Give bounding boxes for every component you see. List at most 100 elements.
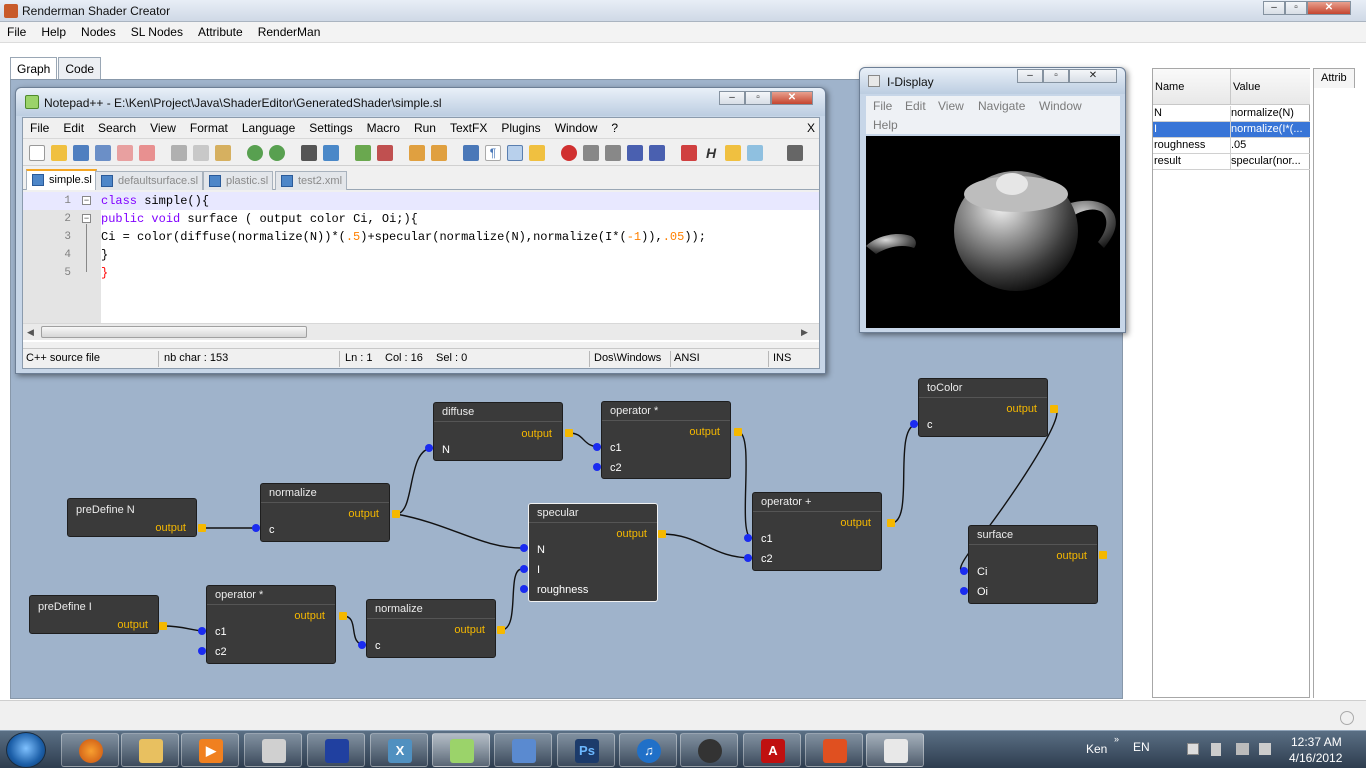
paste-icon[interactable]: [215, 145, 231, 161]
maximize-button[interactable]: ▫: [1285, 1, 1307, 15]
taskbar-save-app[interactable]: [307, 733, 365, 767]
taskbar-virtualbox[interactable]: [494, 733, 552, 767]
node-predefine-i[interactable]: preDefine I output: [29, 595, 159, 634]
port-input[interactable]: [252, 524, 260, 532]
idisplay-menu-edit[interactable]: Edit: [905, 99, 926, 113]
port-input[interactable]: [960, 567, 968, 575]
npp-menu-run[interactable]: Run: [407, 118, 443, 138]
taskbar-app-x[interactable]: X: [370, 733, 428, 767]
idisplay-menu-help[interactable]: Help: [873, 118, 898, 132]
record-macro-icon[interactable]: [561, 145, 577, 161]
html-icon[interactable]: H: [703, 145, 719, 161]
node-specular[interactable]: specular output N I roughness: [528, 503, 658, 602]
idisplay-menu-navigate[interactable]: Navigate: [978, 99, 1025, 113]
spellcheck-icon[interactable]: [747, 145, 763, 161]
attribute-row[interactable]: result specular(nor...: [1153, 154, 1310, 170]
npp-tab-simple[interactable]: simple.sl: [26, 169, 97, 190]
zoom-out-icon[interactable]: [377, 145, 393, 161]
npp-menu-file[interactable]: File: [23, 118, 56, 138]
tab-attrib[interactable]: Attrib: [1313, 68, 1355, 88]
save-macro-icon[interactable]: [649, 145, 665, 161]
port-input[interactable]: [960, 587, 968, 595]
menu-sl-nodes[interactable]: SL Nodes: [124, 22, 191, 42]
npp-tab-defaultsurface[interactable]: defaultsurface.sl: [95, 171, 204, 190]
port-output[interactable]: [734, 428, 742, 436]
minimize-button[interactable]: –: [1263, 1, 1285, 15]
npp-tab-test2[interactable]: test2.xml: [275, 171, 348, 190]
copy-icon[interactable]: [193, 145, 209, 161]
npp-menu-view[interactable]: View: [143, 118, 183, 138]
node-operator-add[interactable]: operator + output c1 c2: [752, 492, 882, 571]
maximize-button[interactable]: ▫: [1043, 69, 1069, 83]
indent-guide-icon[interactable]: [507, 145, 523, 161]
close-button[interactable]: ✕: [1307, 1, 1351, 15]
render-viewport[interactable]: [866, 136, 1120, 328]
node-tocolor[interactable]: toColor output c: [918, 378, 1048, 437]
taskbar-app[interactable]: [244, 733, 302, 767]
all-chars-icon[interactable]: ¶: [485, 145, 501, 161]
fold-toggle-icon[interactable]: −: [82, 214, 91, 223]
port-input[interactable]: [425, 444, 433, 452]
npp-menu-macro[interactable]: Macro: [360, 118, 407, 138]
menu-nodes[interactable]: Nodes: [74, 22, 124, 42]
close-button[interactable]: ✕: [1069, 69, 1117, 83]
port-output[interactable]: [658, 530, 666, 538]
npp-menu-settings[interactable]: Settings: [302, 118, 359, 138]
tray-user[interactable]: Ken: [1086, 742, 1107, 756]
taskbar-steam[interactable]: [680, 733, 738, 767]
port-output[interactable]: [159, 622, 167, 630]
node-diffuse[interactable]: diffuse output N: [433, 402, 563, 461]
horizontal-scrollbar[interactable]: ◀ ▶: [23, 323, 819, 340]
network-icon[interactable]: [1236, 743, 1249, 755]
port-output[interactable]: [392, 510, 400, 518]
run-macro-multiple-icon[interactable]: [627, 145, 643, 161]
taskbar-firefox[interactable]: [61, 733, 119, 767]
new-file-icon[interactable]: [29, 145, 45, 161]
menu-renderman[interactable]: RenderMan: [251, 22, 329, 42]
port-output[interactable]: [198, 524, 206, 532]
column-header-name[interactable]: Name: [1153, 69, 1231, 105]
menu-file[interactable]: File: [0, 22, 34, 42]
tray-expand-icon[interactable]: »: [1114, 734, 1119, 744]
sync-h-icon[interactable]: [431, 145, 447, 161]
node-operator-multiply-2[interactable]: operator * output c1 c2: [206, 585, 336, 664]
node-predefine-n[interactable]: preDefine N output: [67, 498, 197, 537]
start-button[interactable]: [6, 732, 46, 768]
tray-time[interactable]: 12:37 AM: [1291, 735, 1342, 749]
column-header-value[interactable]: Value: [1231, 69, 1310, 105]
node-normalize-2[interactable]: normalize output c: [366, 599, 496, 658]
attribute-row[interactable]: roughness .05: [1153, 138, 1310, 154]
port-input[interactable]: [910, 420, 918, 428]
notepadpp-titlebar[interactable]: Notepad++ - E:\Ken\Project\Java\ShaderEd…: [16, 88, 825, 116]
npp-menu-plugins[interactable]: Plugins: [494, 118, 547, 138]
port-input[interactable]: [744, 534, 752, 542]
pen-icon[interactable]: [681, 145, 697, 161]
idisplay-menu-file[interactable]: File: [873, 99, 892, 113]
menu-help[interactable]: Help: [34, 22, 74, 42]
port-input[interactable]: [520, 544, 528, 552]
redo-icon[interactable]: [269, 145, 285, 161]
close-all-icon[interactable]: [139, 145, 155, 161]
scroll-right-icon[interactable]: ▶: [801, 327, 808, 338]
minimize-button[interactable]: –: [719, 91, 745, 105]
taskbar-itunes[interactable]: ♫: [619, 733, 677, 767]
port-input[interactable]: [744, 554, 752, 562]
scroll-left-icon[interactable]: ◀: [27, 327, 34, 338]
save-all-icon[interactable]: [95, 145, 111, 161]
node-surface[interactable]: surface output Ci Oi: [968, 525, 1098, 604]
taskbar-idisplay[interactable]: [866, 733, 924, 767]
port-output[interactable]: [1099, 551, 1107, 559]
npp-menu-window[interactable]: Window: [548, 118, 605, 138]
close-button[interactable]: ✕: [771, 91, 813, 105]
taskbar-acrobat[interactable]: A: [743, 733, 801, 767]
npp-menu-format[interactable]: Format: [183, 118, 235, 138]
save-icon[interactable]: [73, 145, 89, 161]
scrollbar-thumb[interactable]: [41, 326, 307, 338]
wrap-icon[interactable]: [463, 145, 479, 161]
npp-menu-edit[interactable]: Edit: [56, 118, 91, 138]
open-file-icon[interactable]: [51, 145, 67, 161]
npp-menu-help[interactable]: ?: [604, 118, 625, 138]
menu-attribute[interactable]: Attribute: [191, 22, 251, 42]
action-center-icon[interactable]: [1187, 743, 1199, 755]
code-editor[interactable]: 1 2 3 4 5 − − class simple(){ public voi…: [23, 192, 819, 342]
